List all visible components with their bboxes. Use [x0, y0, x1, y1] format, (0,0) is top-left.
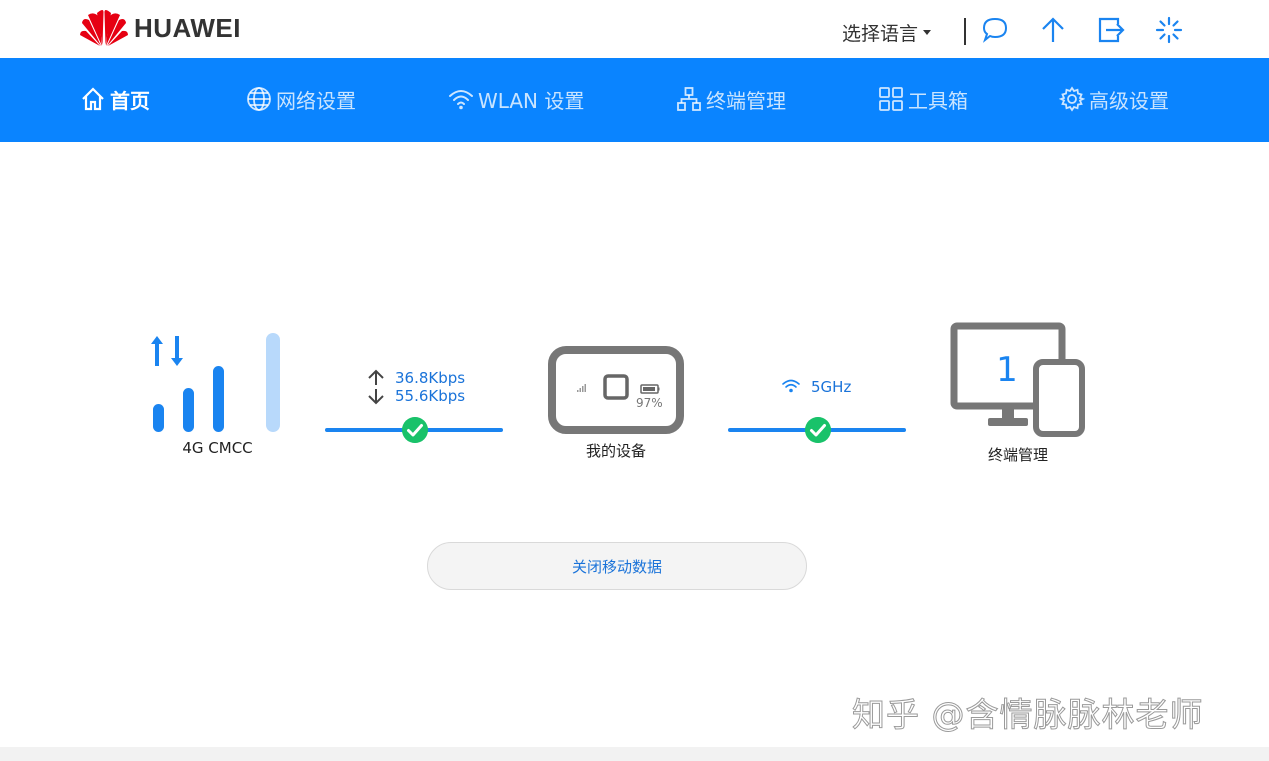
router-device-icon[interactable]	[548, 346, 684, 434]
disable-mobile-data-button[interactable]: 关闭移动数据	[427, 542, 807, 590]
network-icon	[677, 87, 701, 111]
nav-item-toolbox[interactable]: 工具箱	[878, 84, 968, 114]
header-divider	[964, 18, 966, 45]
huawei-logo: HUAWEI	[80, 9, 241, 47]
upload-rate: 36.8Kbps	[395, 369, 466, 387]
clients-label: 终端管理	[987, 446, 1048, 464]
signal-strength-icon	[151, 333, 280, 432]
upload-icon[interactable]	[1038, 15, 1068, 45]
wifi-band-icon	[782, 379, 800, 393]
nav-label: 终端管理	[706, 88, 786, 113]
wlan-connected-check-icon	[805, 417, 831, 443]
wifi-icon	[449, 90, 473, 110]
wan-connected-check-icon	[402, 417, 428, 443]
nav-label: 首页	[110, 88, 150, 113]
nav-item-wlan[interactable]: WLAN 设置	[448, 84, 584, 114]
main-nav: 首页 网络设置 WLAN 设置 终端管理 工具箱 高级设置	[0, 58, 1269, 142]
wifi-band-label: 5GHz	[811, 378, 852, 396]
network-carrier-label: 4G CMCC	[182, 439, 253, 457]
download-rate: 55.6Kbps	[395, 387, 466, 405]
message-icon[interactable]	[980, 15, 1010, 45]
globe-icon	[247, 87, 271, 111]
watermark-text: 知乎 @含情脉脉林老师	[852, 695, 1204, 735]
my-device-label: 我的设备	[585, 442, 646, 460]
language-selector[interactable]: 选择语言	[842, 19, 932, 46]
caret-down-icon	[923, 30, 932, 35]
nav-item-network[interactable]: 网络设置	[246, 84, 356, 114]
logout-icon[interactable]	[1096, 15, 1126, 45]
nav-label: 高级设置	[1089, 88, 1169, 113]
clients-count: 1	[996, 350, 1018, 390]
huawei-petal-icon	[80, 10, 128, 46]
nav-label: 网络设置	[276, 88, 356, 113]
gear-icon	[1059, 86, 1085, 112]
top-header: HUAWEI 选择语言	[0, 0, 1269, 58]
nav-item-home[interactable]: 首页	[80, 84, 150, 114]
footer-strip	[0, 747, 1269, 761]
language-label: 选择语言	[842, 23, 919, 45]
battery-percent: 97%	[636, 396, 663, 410]
nav-item-advanced[interactable]: 高级设置	[1059, 84, 1169, 114]
nav-item-devices[interactable]: 终端管理	[676, 84, 786, 114]
grid-icon	[879, 87, 903, 111]
up-down-arrows-icon	[368, 369, 384, 405]
nav-label: 工具箱	[908, 88, 968, 113]
loading-icon	[1155, 16, 1183, 44]
home-icon	[82, 87, 104, 111]
brand-name: HUAWEI	[134, 12, 241, 43]
nav-label: WLAN 设置	[478, 88, 585, 113]
